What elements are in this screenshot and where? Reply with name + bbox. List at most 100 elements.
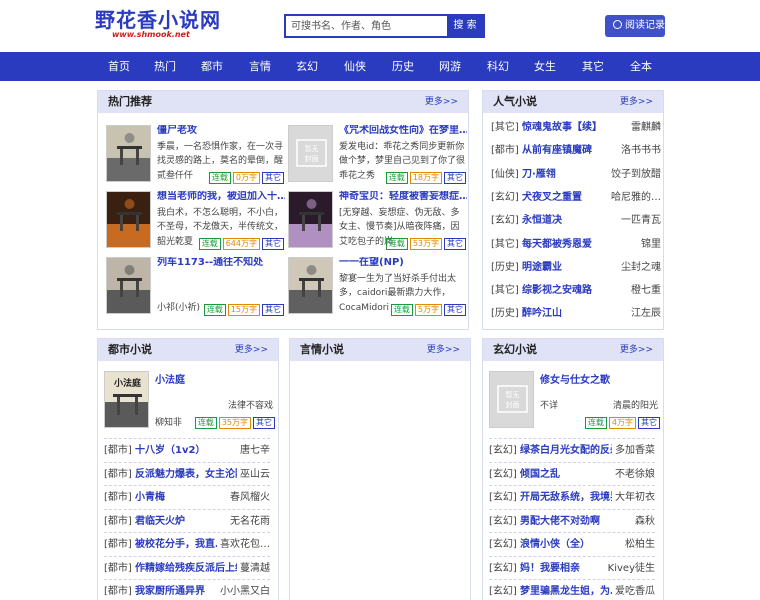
list-item[interactable]: [都市] 小青梅 春风榴火: [104, 485, 270, 508]
nav-item[interactable]: 历史: [381, 52, 425, 81]
reading-history-button[interactable]: 阅读记录: [605, 15, 665, 37]
item-category: [历史]: [491, 308, 519, 320]
fantasy-panel-title: 玄幻小说: [493, 343, 537, 356]
book-cover[interactable]: [288, 191, 333, 248]
item-title[interactable]: 犬夜叉之重置: [522, 192, 582, 203]
list-item[interactable]: [都市] 被校花分手，我直… 喜欢花包…: [104, 532, 270, 555]
item-title[interactable]: 浪情小侠（全）: [520, 539, 590, 550]
item-title[interactable]: 惊魂鬼故事【续】: [522, 122, 602, 133]
nav-item[interactable]: 女生: [523, 52, 567, 81]
romance-more-link[interactable]: 更多>>: [427, 339, 460, 361]
list-item[interactable]: [玄幻] 倾国之乱 不老徐娘: [489, 461, 655, 485]
nav-item[interactable]: 言情: [238, 52, 282, 81]
nav-item[interactable]: 首页: [97, 52, 141, 81]
list-item[interactable]: [玄幻] 梦里骗黑龙生姐，为… 爱吃香瓜: [489, 579, 655, 600]
book-title[interactable]: 想当老师的我，被迫加入十…: [157, 191, 285, 203]
list-item[interactable]: [玄幻] 浪情小侠（全） 松柏生: [489, 532, 655, 555]
popular-panel-title: 人气小说: [493, 95, 537, 108]
popular-item[interactable]: [其它] 每天都被秀恩爱 锦里: [491, 233, 661, 256]
item-author: 江左辰: [631, 308, 661, 320]
list-item[interactable]: [都市] 反派魅力爆表，女主沦陷… 巫山云: [104, 461, 270, 485]
item-category: [其它]: [491, 122, 519, 133]
hot-book[interactable]: 僵尸老攻 季晨，一名恐惧作家，在一次寻找灵感的路上，莫名的晕倒，醒 贰叁仟仟 连载 0万…: [106, 125, 286, 184]
item-title[interactable]: 倾国之乱: [520, 469, 560, 480]
book-cover[interactable]: 暂无 封面: [288, 125, 333, 182]
fantasy-featured-book[interactable]: 暂无 封面 修女与仕女之歌 不详 清晨的阳光 连载 4万字 其它: [489, 371, 661, 431]
book-title[interactable]: 列车1173--通往不知处: [157, 257, 285, 269]
hot-book[interactable]: 一一在望(NP) 黎宴一生为了当好杀手付出太多，caidori最新鼎力大作，201…: [288, 257, 468, 316]
nav-item[interactable]: 玄幻: [285, 52, 329, 81]
list-item[interactable]: [都市] 君临天火炉 无名花雨: [104, 508, 270, 532]
item-title[interactable]: 男配大佬不对劲啊: [520, 516, 600, 527]
item-title[interactable]: 永恒道决: [522, 215, 562, 226]
book-title[interactable]: 僵尸老攻: [157, 125, 285, 137]
item-title[interactable]: 从前有座镇魔碑: [522, 145, 592, 156]
hot-book[interactable]: 神奇宝贝：轻度被害妄想症… [无穿越、妄想症、伪无敌、多女主、慢节奏]从暗夜阵痛，…: [288, 191, 468, 250]
book-tags: 连载 15万字 其它: [202, 302, 284, 316]
list-item[interactable]: [都市] 我家厨所通异界 小小黑又白: [104, 579, 270, 600]
item-title[interactable]: 刀·雁翎: [522, 169, 556, 180]
item-title[interactable]: 我家厨所通异界: [135, 586, 205, 597]
popular-item[interactable]: [历史] 明途霸业 尘封之魂: [491, 256, 661, 279]
romance-panel-header: 言情小说 更多>>: [290, 339, 470, 361]
item-title[interactable]: 十八岁（1v2）: [135, 445, 205, 456]
search-input[interactable]: [286, 16, 447, 36]
list-item[interactable]: [都市] 十八岁（1v2） 唐七辛: [104, 438, 270, 461]
item-title[interactable]: 综影视之安魂路: [522, 285, 592, 296]
list-item[interactable]: [玄幻] 男配大佬不对劲啊 森秋: [489, 508, 655, 532]
popular-item[interactable]: [历史] 醉吟江山 江左辰: [491, 302, 661, 325]
nav-item[interactable]: 其它: [571, 52, 615, 81]
book-title[interactable]: 神奇宝贝：轻度被害妄想症…: [339, 191, 467, 203]
fantasy-more-link[interactable]: 更多>>: [620, 339, 653, 361]
item-author: 不老徐娘: [612, 462, 655, 485]
book-title[interactable]: 一一在望(NP): [339, 257, 467, 269]
item-title[interactable]: 小青梅: [135, 492, 165, 503]
book-cover[interactable]: 小法庭: [104, 371, 149, 428]
book-cover[interactable]: 暂无 封面: [489, 371, 534, 428]
list-item[interactable]: [玄幻] 开局无敌系统，我境界… 大年初衣: [489, 485, 655, 508]
book-title[interactable]: 小法庭: [155, 371, 185, 386]
hot-more-link[interactable]: 更多>>: [425, 91, 458, 113]
book-cover[interactable]: [106, 191, 151, 248]
book-title[interactable]: 《咒术回战女性向》在梦里…: [339, 125, 467, 137]
urban-more-link[interactable]: 更多>>: [235, 339, 268, 361]
item-title[interactable]: 妈！我要相亲: [520, 563, 580, 574]
hot-book[interactable]: 暂无 封面 《咒术回战女性向》在梦里… 爱发电id：乖花之秀同步更新你做个梦，梦里自己…: [288, 125, 468, 184]
hot-book[interactable]: 想当老师的我，被迫加入十… 我白术，不怎么聪明，不小白，不圣母，不龙傲天，半传统文…: [106, 191, 286, 250]
popular-more-link[interactable]: 更多>>: [620, 91, 653, 113]
item-title[interactable]: 明途霸业: [522, 262, 562, 273]
list-item[interactable]: [都市] 作精嫁给残疾反派后上综… 蔓清越: [104, 555, 270, 579]
book-tags: 连载 18万字 其它: [384, 170, 466, 184]
item-author: 锦里: [641, 238, 661, 250]
book-cover[interactable]: [106, 257, 151, 314]
nav-item[interactable]: 科幻: [476, 52, 520, 81]
popular-item[interactable]: [玄幻] 永恒道决 一匹青瓦: [491, 209, 661, 232]
list-item[interactable]: [玄幻] 妈！我要相亲 Kivey徒生: [489, 555, 655, 579]
item-title[interactable]: 被校花分手，我直…: [135, 539, 225, 550]
item-title[interactable]: 君临天火炉: [135, 516, 185, 527]
popular-item[interactable]: [都市] 从前有座镇魔碑 洛书书书: [491, 139, 661, 162]
book-cover[interactable]: [288, 257, 333, 314]
nav-item[interactable]: 都市: [190, 52, 234, 81]
wordcount-tag: 35万字: [218, 417, 251, 429]
nav-item[interactable]: 仙侠: [333, 52, 377, 81]
item-category: [都市]: [104, 468, 132, 480]
book-cover[interactable]: [106, 125, 151, 182]
list-item[interactable]: [玄幻] 绿茶白月光女配的反杀… 多加香菜: [489, 438, 655, 461]
nav-item[interactable]: 热门: [143, 52, 187, 81]
popular-item[interactable]: [仙侠] 刀·雁翎 饺子到放醋: [491, 163, 661, 186]
popular-item[interactable]: [其它] 综影视之安魂路 橙七重: [491, 279, 661, 302]
popular-item[interactable]: [其它] 惊魂鬼故事【续】 雷麒麟: [491, 116, 661, 139]
hot-book[interactable]: 列车1173--通往不知处 小祁(小祈) 连载 15万字 其它: [106, 257, 286, 316]
item-title[interactable]: 每天都被秀恩爱: [522, 239, 592, 250]
nav-item[interactable]: 网游: [428, 52, 472, 81]
nav-item[interactable]: 全本: [619, 52, 663, 81]
item-title[interactable]: 梦里骗黑龙生姐，为…: [520, 586, 620, 597]
popular-item[interactable]: [玄幻] 犬夜叉之重置 哈尼雅的…: [491, 186, 661, 209]
item-author: 喜欢花包…: [217, 533, 270, 555]
site-logo[interactable]: 野花香小说网: [95, 9, 221, 31]
item-title[interactable]: 醉吟江山: [522, 308, 562, 319]
book-title[interactable]: 修女与仕女之歌: [540, 371, 610, 386]
search-button[interactable]: 搜 索: [447, 16, 483, 36]
urban-featured-book[interactable]: 小法庭 小法庭 法律不容戏 柳知非 连载 35万字 其它: [104, 371, 276, 431]
